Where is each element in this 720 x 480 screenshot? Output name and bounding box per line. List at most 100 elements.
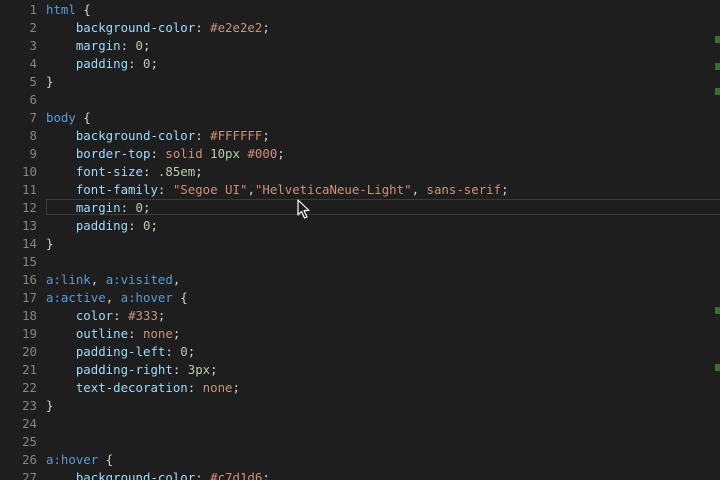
line-content[interactable]: a:link, a:visited, [46,271,180,289]
line-content[interactable]: } [46,397,53,415]
code-token: solid [165,146,211,161]
code-line[interactable]: 15 [0,253,720,271]
code-token: ; [143,200,151,215]
code-token: background-color [75,128,196,143]
line-content[interactable]: a:hover { [46,451,113,469]
code-line[interactable]: 1 html { [0,1,720,19]
code-line[interactable]: 11 font-family: "Segoe UI","HelveticaNeu… [0,181,720,199]
code-line[interactable]: 13 padding: 0; [0,217,720,235]
code-token: , [247,182,255,197]
line-number: 26 [22,452,37,467]
code-token: : [187,380,203,395]
code-token: : [172,362,188,377]
line-content[interactable]: text-decoration: none; [46,379,240,397]
code-line[interactable]: 12 margin: 0; [0,199,720,217]
overview-ruler-marker [715,364,720,371]
line-content[interactable]: outline: none; [46,325,180,343]
line-content[interactable]: html { [46,1,91,19]
line-content[interactable]: background-color: #c7d1d6; [46,469,270,480]
code-line[interactable]: 16 a:link, a:visited, [0,271,720,289]
line-content[interactable]: font-family: "Segoe UI","HelveticaNeue-L… [46,181,509,199]
code-token: : [195,128,211,143]
line-number: 20 [22,344,37,359]
code-token: : [128,218,143,233]
line-content[interactable]: } [46,73,53,91]
line-content[interactable]: a:active, a:hover { [46,289,188,307]
code-line[interactable]: 8 background-color: #FFFFFF; [0,127,720,145]
line-content[interactable]: font-size: .85em; [46,163,203,181]
line-content[interactable]: body { [46,109,91,127]
code-token: a:active [46,290,106,305]
code-token: #333 [128,308,158,323]
code-token: , [90,272,106,287]
code-line[interactable]: 18 color: #333; [0,307,720,325]
code-token: a:hover [120,290,173,305]
code-line[interactable]: 25 [0,433,720,451]
code-line[interactable]: 14} [0,235,720,253]
code-line[interactable]: 3 margin: 0; [0,37,720,55]
line-content[interactable]: } [46,235,53,253]
code-token: : [142,164,158,179]
code-token: 0 [135,38,143,53]
code-line[interactable]: 26 a:hover { [0,451,720,469]
code-token: border-top [75,146,151,161]
code-line[interactable]: 5} [0,73,720,91]
code-token: padding-right [75,362,173,377]
code-line[interactable]: 20 padding-left: 0; [0,343,720,361]
code-token: margin [75,38,121,53]
code-line[interactable]: 2 background-color: #e2e2e2; [0,19,720,37]
code-token: , [172,272,181,287]
code-token: #e2e2e2 [210,20,263,35]
line-content[interactable]: background-color: #FFFFFF; [46,127,270,145]
code-token: "HelveticaNeue-Light" [254,182,412,197]
line-content[interactable]: padding: 0; [46,217,158,235]
line-number: 13 [22,218,37,233]
code-token: #FFFFFF [210,128,263,143]
code-token: , [105,290,121,305]
line-content[interactable]: padding: 0; [46,55,158,73]
code-line[interactable]: 10 font-size: .85em; [0,163,720,181]
line-content[interactable]: margin: 0; [46,37,151,55]
code-token: 0 [180,344,188,359]
line-content[interactable]: border-top: solid 10px #000; [46,145,285,163]
line-number: 1 [29,2,37,17]
overview-ruler-marker [715,88,720,95]
overview-ruler-marker [715,307,720,314]
code-line[interactable]: 23} [0,397,720,415]
code-editor[interactable]: 1 html {2 background-color: #e2e2e2; 3 mar… [0,0,720,480]
code-line[interactable]: 22 text-decoration: none; [0,379,720,397]
code-token: padding [75,56,129,71]
code-token: ; [150,56,158,71]
line-content[interactable]: background-color: #e2e2e2; [46,19,270,37]
code-token: background-color [75,470,196,480]
code-line[interactable]: 6 [0,91,720,109]
line-content[interactable]: padding-left: 0; [46,343,195,361]
code-token: ; [262,128,270,143]
code-token: ; [195,164,203,179]
code-token: : [113,308,129,323]
code-token: body [46,110,76,125]
line-content[interactable]: margin: 0; [46,199,151,217]
code-token: text-decoration [75,380,188,395]
code-token: : [120,200,136,215]
code-line[interactable]: 4 padding: 0; [0,55,720,73]
code-token: } [46,398,54,413]
code-line[interactable]: 19 outline: none; [0,325,720,343]
code-line[interactable]: 27 background-color: #c7d1d6; [0,469,720,480]
code-token: ; [172,326,181,341]
code-line[interactable]: 9 border-top: solid 10px #000; [0,145,720,163]
line-number: 4 [29,56,37,71]
line-number: 3 [29,38,37,53]
code-line[interactable]: 24 [0,415,720,433]
code-line[interactable]: 17 a:active, a:hover { [0,289,720,307]
code-line[interactable]: 7 body { [0,109,720,127]
code-line[interactable]: 21 padding-right: 3px; [0,361,720,379]
line-content[interactable]: color: #333; [46,307,166,325]
line-content[interactable]: padding-right: 3px; [46,361,218,379]
code-token: padding [75,218,129,233]
